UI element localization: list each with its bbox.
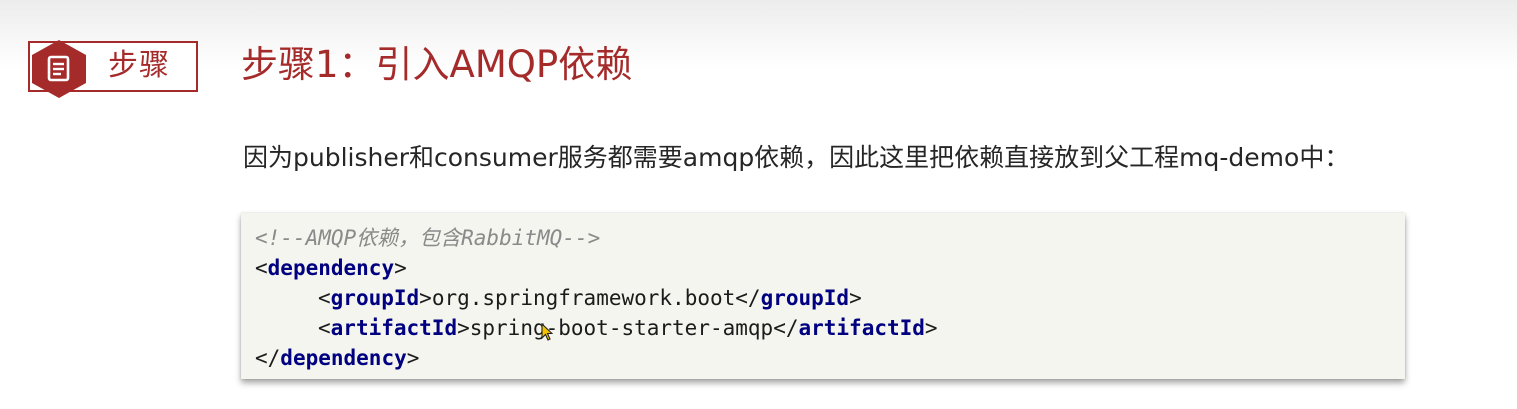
artifact-id-open-tag: artifactId xyxy=(330,316,458,340)
page-title: 步骤1：引入AMQP依赖 xyxy=(241,43,633,86)
badge-label: 步骤 xyxy=(108,48,170,83)
document-icon xyxy=(32,40,86,98)
dependency-open-tag: dependency xyxy=(267,256,395,280)
artifact-id-close-tag: artifactId xyxy=(798,316,925,340)
dependency-close-tag: dependency xyxy=(280,346,407,370)
code-line-dependency-close: </dependency> xyxy=(255,346,420,370)
xml-comment: <!--AMQP依赖，包含RabbitMQ--> xyxy=(255,226,601,250)
code-line-artifact-id: <artifactId>spring-boot-starter-amqp</ar… xyxy=(318,316,938,340)
code-block: <!--AMQP依赖，包含RabbitMQ--> <dependency> <g… xyxy=(241,213,1405,379)
artifact-id-value: spring-boot-starter-amqp xyxy=(469,316,774,340)
group-id-open-tag: groupId xyxy=(330,286,420,310)
code-line-group-id: <groupId>org.springframework.boot</group… xyxy=(318,286,862,310)
code-line-comment: <!--AMQP依赖，包含RabbitMQ--> xyxy=(255,223,1405,253)
mouse-pointer-icon xyxy=(541,323,553,341)
group-id-close-tag: groupId xyxy=(760,286,850,310)
group-id-value: org.springframework.boot xyxy=(431,286,736,310)
step-badge: 步骤 xyxy=(28,40,202,98)
intro-paragraph: 因为publisher和consumer服务都需要amqp依赖，因此这里把依赖直… xyxy=(243,143,1350,172)
code-line-dependency-open: <dependency> xyxy=(255,256,407,280)
